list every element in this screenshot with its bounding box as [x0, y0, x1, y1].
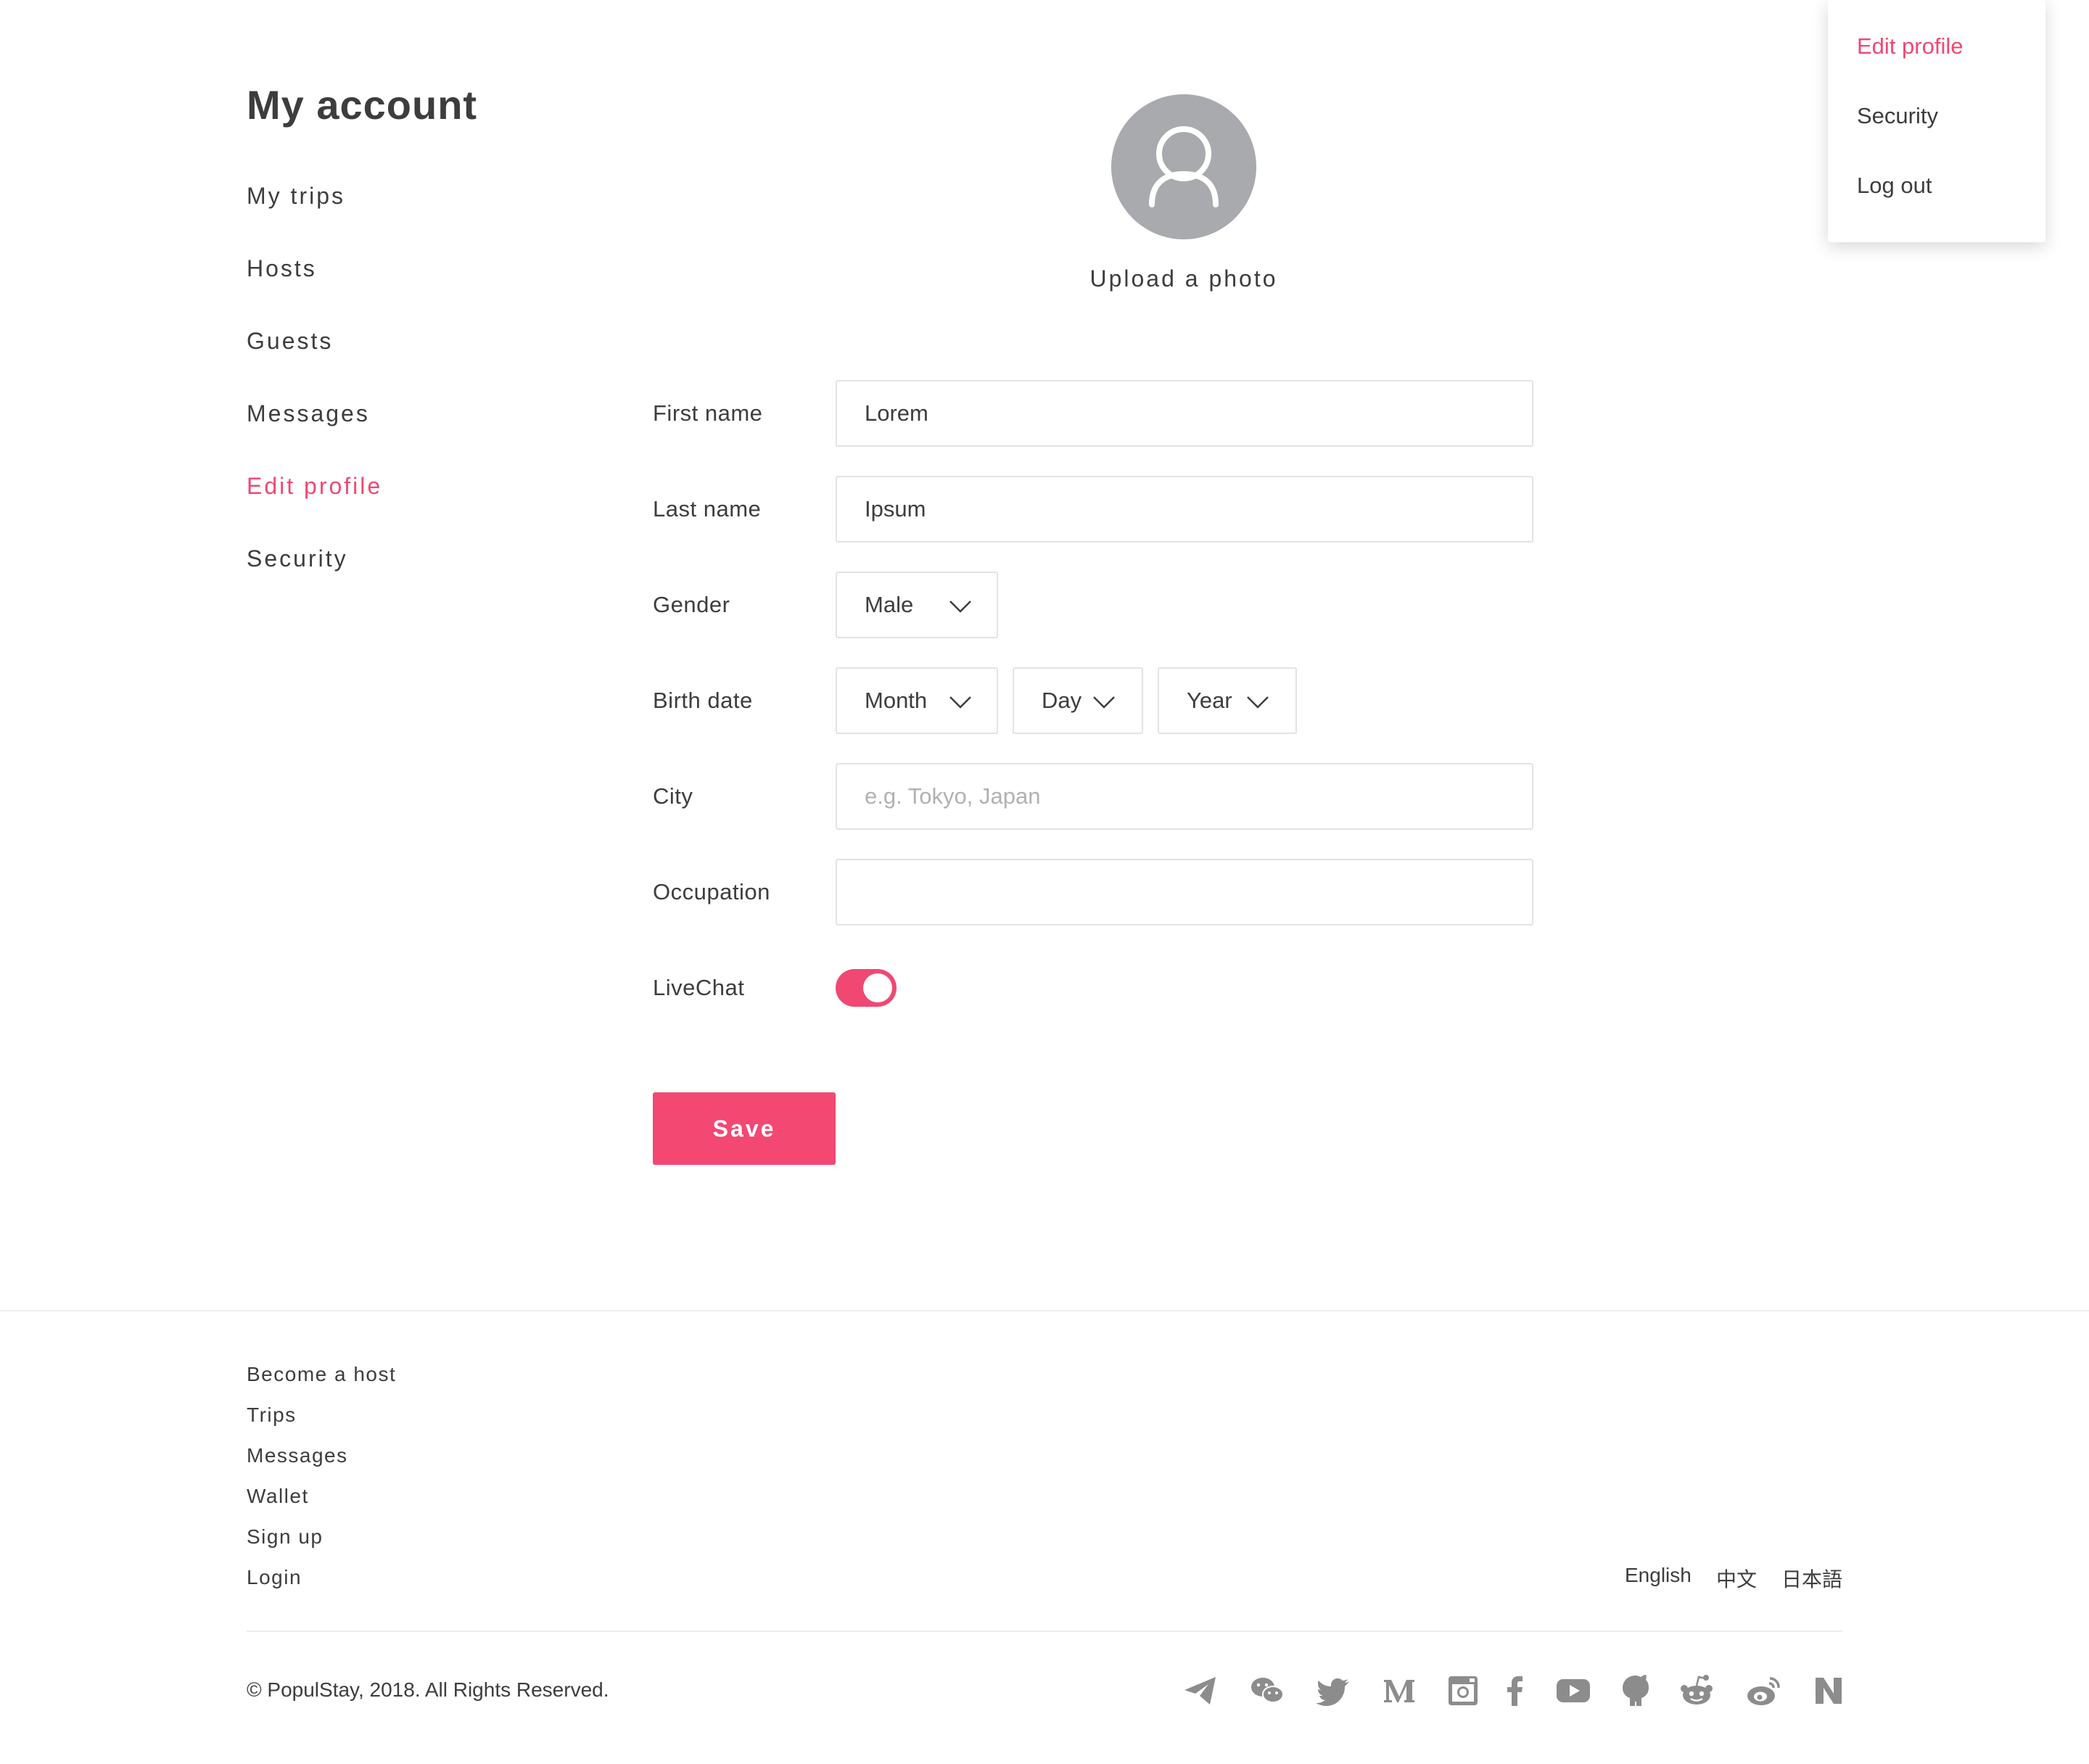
last-name-input[interactable] [836, 476, 1533, 543]
first-name-label: First name [653, 400, 763, 426]
chevron-down-icon [949, 696, 971, 709]
footer-top-divider [0, 1310, 2089, 1311]
github-icon[interactable] [1618, 1673, 1654, 1709]
footer-link-trips[interactable]: Trips [247, 1397, 396, 1438]
occupation-input[interactable] [836, 859, 1533, 926]
youtube-icon[interactable] [1555, 1673, 1591, 1709]
upload-photo-link[interactable]: Upload a photo [1015, 265, 1352, 292]
sidebar-item-security[interactable]: Security [247, 540, 382, 613]
gender-select[interactable]: Male [836, 572, 998, 638]
sidebar-item-guests[interactable]: Guests [247, 323, 382, 395]
birth-month-select[interactable]: Month [836, 667, 998, 734]
chevron-down-icon [1247, 696, 1269, 709]
telegram-icon[interactable] [1182, 1673, 1219, 1709]
city-label: City [653, 783, 693, 809]
occupation-label: Occupation [653, 879, 770, 904]
page-title: My account [247, 82, 478, 128]
dropdown-item-security[interactable]: Security [1857, 103, 1938, 129]
reddit-icon[interactable] [1678, 1673, 1715, 1709]
footer-links: Become a host Trips Messages Wallet Sign… [247, 1356, 396, 1600]
sidebar-item-messages[interactable]: Messages [247, 395, 382, 468]
birth-day-value: Day [1042, 688, 1082, 713]
sidebar-nav: My trips Hosts Guests Messages Edit prof… [247, 178, 382, 613]
wechat-icon[interactable] [1249, 1673, 1285, 1709]
dropdown-item-edit-profile[interactable]: Edit profile [1857, 33, 1963, 59]
language-english[interactable]: English [1625, 1564, 1692, 1587]
footer-link-login[interactable]: Login [247, 1559, 396, 1600]
footer-link-wallet[interactable]: Wallet [247, 1478, 396, 1519]
toggle-knob [863, 973, 892, 1002]
gender-value: Male [865, 592, 914, 617]
instagram-icon[interactable] [1445, 1673, 1481, 1709]
language-japanese[interactable]: 日本語 [1781, 1564, 1842, 1593]
livechat-toggle[interactable] [836, 969, 897, 1007]
last-name-label: Last name [653, 496, 762, 522]
footer-link-messages[interactable]: Messages [247, 1438, 396, 1478]
avatar[interactable] [1111, 94, 1256, 239]
chevron-down-icon [949, 601, 971, 613]
sidebar-item-my-trips[interactable]: My trips [247, 178, 382, 250]
birth-month-value: Month [865, 688, 928, 713]
account-dropdown-menu: Edit profile Security Log out [1828, 0, 2045, 242]
livechat-label: LiveChat [653, 975, 745, 1000]
dropdown-item-log-out[interactable]: Log out [1857, 173, 1932, 199]
twitter-icon[interactable] [1316, 1673, 1352, 1709]
birth-year-select[interactable]: Year [1158, 667, 1297, 734]
sidebar-item-edit-profile[interactable]: Edit profile [247, 468, 382, 540]
language-chinese[interactable]: 中文 [1716, 1564, 1757, 1593]
footer-link-sign-up[interactable]: Sign up [247, 1519, 396, 1559]
n-icon[interactable] [1810, 1673, 1847, 1709]
weibo-icon[interactable] [1745, 1673, 1781, 1709]
copyright-text: © PopulStay, 2018. All Rights Reserved. [247, 1678, 609, 1701]
birth-day-select[interactable]: Day [1013, 667, 1143, 734]
footer-link-become-host[interactable]: Become a host [247, 1356, 396, 1397]
facebook-icon[interactable] [1497, 1673, 1533, 1709]
user-icon [1149, 126, 1219, 207]
city-input[interactable] [836, 763, 1533, 830]
birth-year-value: Year [1187, 688, 1232, 713]
gender-label: Gender [653, 592, 730, 617]
save-button[interactable]: Save [653, 1092, 836, 1165]
birth-date-label: Birth date [653, 688, 753, 713]
chevron-down-icon [1093, 696, 1115, 709]
footer-divider [247, 1631, 1842, 1632]
sidebar-item-hosts[interactable]: Hosts [247, 250, 382, 323]
medium-icon[interactable] [1381, 1673, 1417, 1709]
first-name-input[interactable] [836, 380, 1533, 447]
